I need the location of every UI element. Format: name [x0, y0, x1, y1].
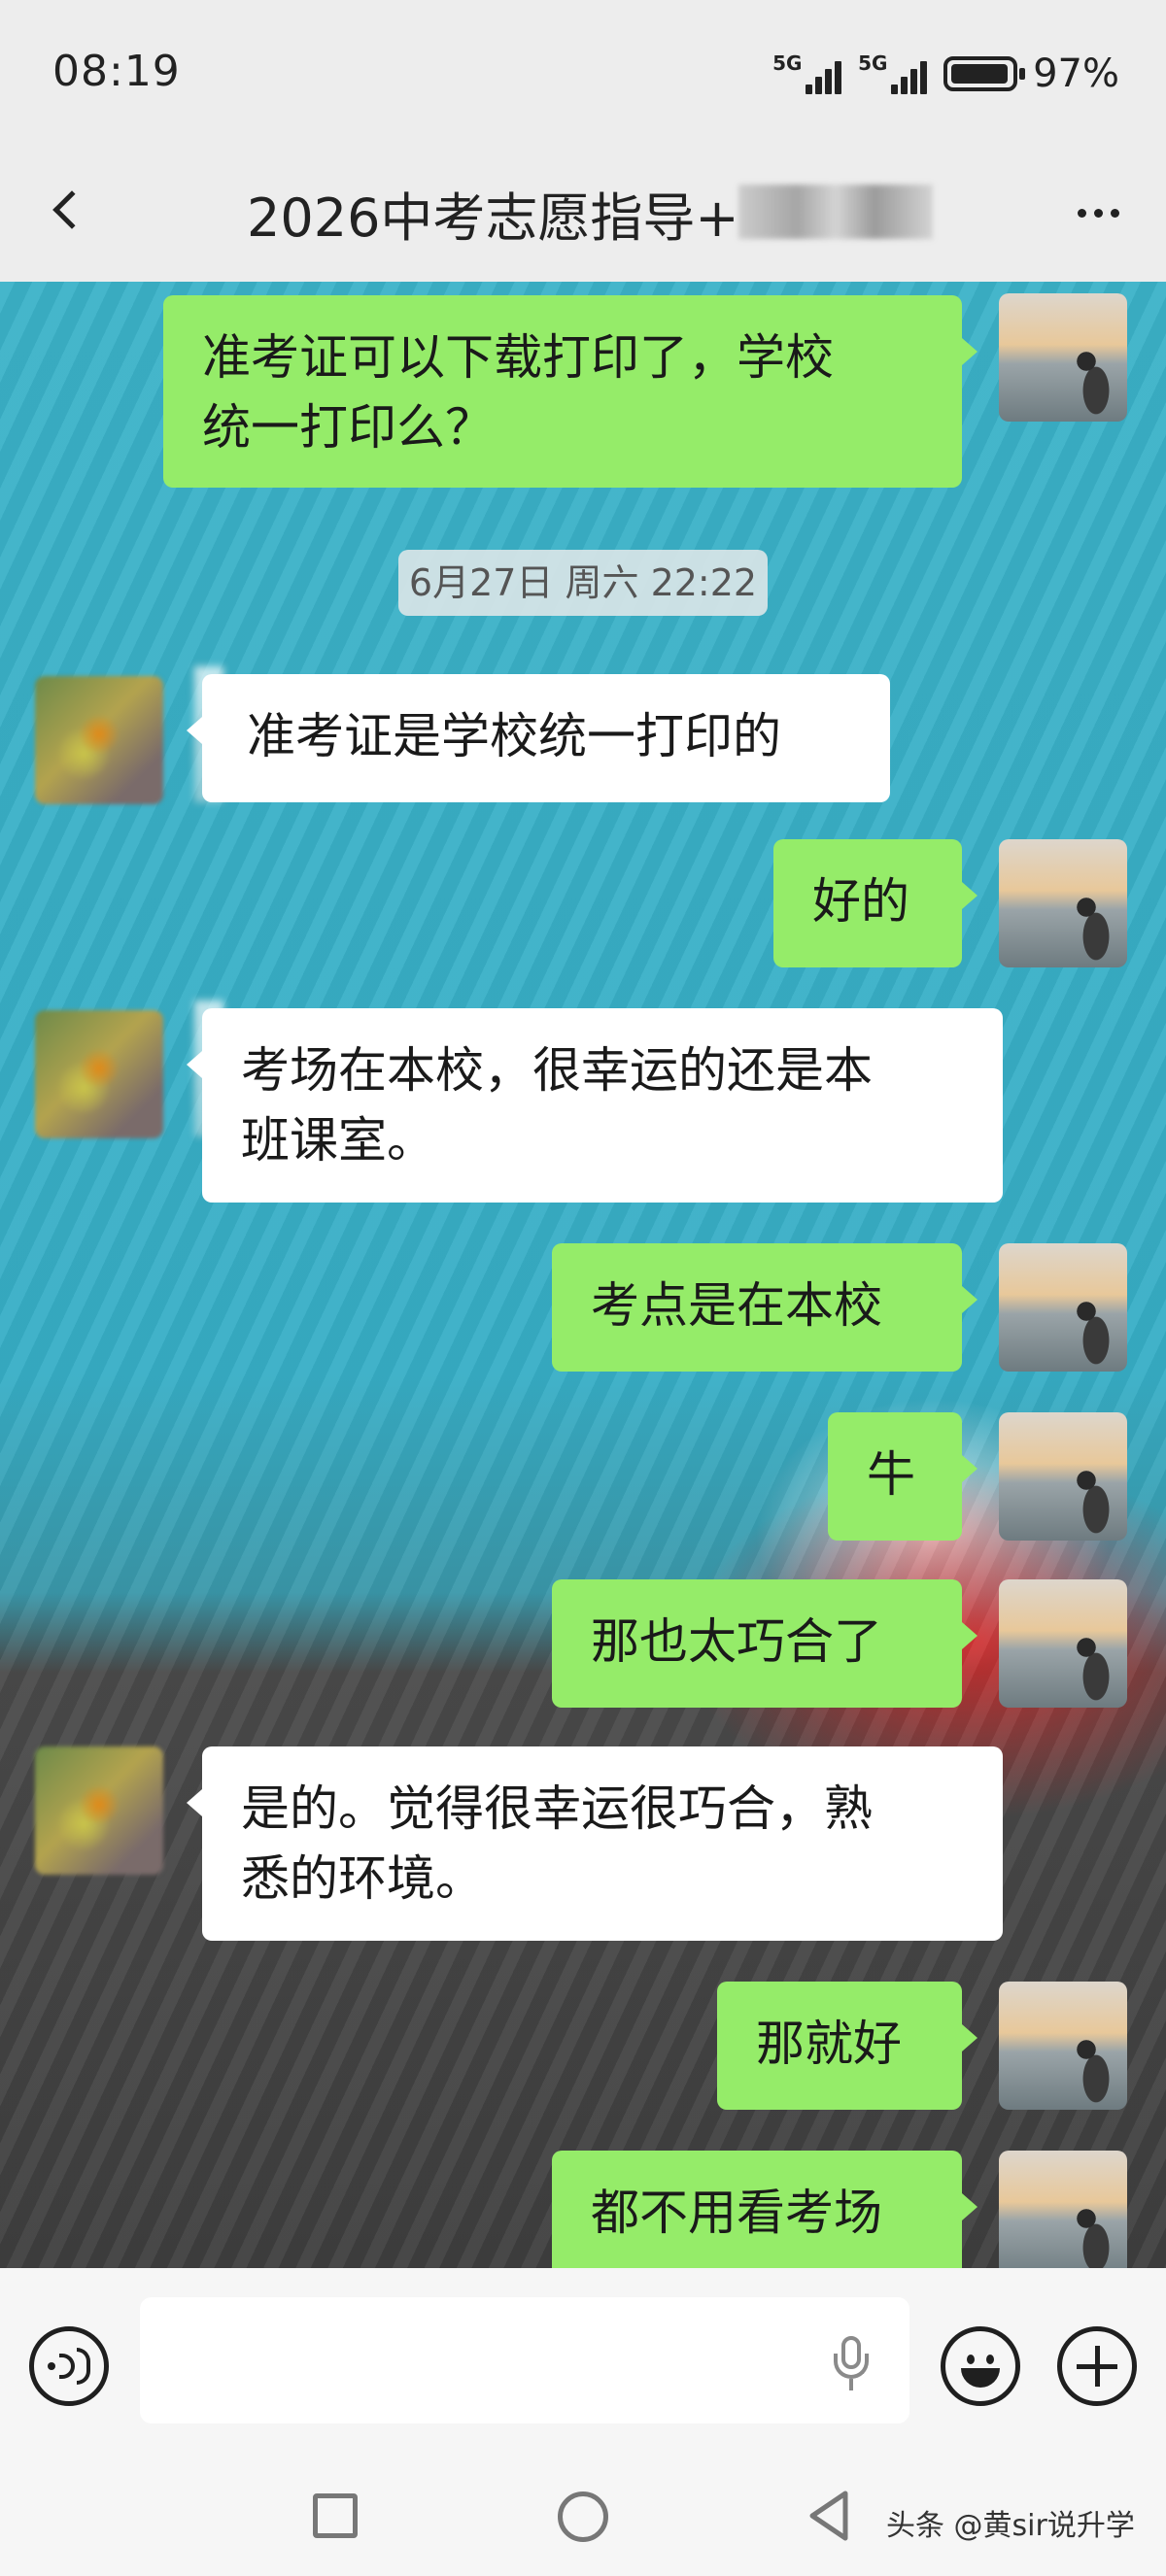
- status-time: 08:19: [52, 47, 181, 96]
- message-bubble-out[interactable]: 牛: [828, 1412, 977, 1541]
- contact-avatar[interactable]: [35, 1010, 163, 1138]
- smiley-icon: [967, 2355, 994, 2364]
- my-avatar[interactable]: [999, 1243, 1127, 1372]
- message-bubble-in[interactable]: 考场在本校，很幸运的还是本 班课室。: [187, 1008, 1003, 1203]
- my-avatar[interactable]: [999, 2151, 1127, 2268]
- recent-apps-button[interactable]: [313, 2493, 358, 2538]
- message-bubble-out[interactable]: 准考证可以下载打印了，学校 统一打印么？: [163, 295, 977, 488]
- my-avatar[interactable]: [999, 293, 1127, 422]
- watermark: 头条 @黄sir说升学: [886, 2509, 1135, 2543]
- back-button[interactable]: [43, 171, 101, 249]
- battery-level: [951, 64, 1009, 84]
- message-bubble-out[interactable]: 都不用看考场: [552, 2151, 977, 2268]
- message-bubble-out[interactable]: 那也太巧合了: [552, 1579, 977, 1708]
- more-dots-icon: [1077, 208, 1086, 218]
- message-bubble-out[interactable]: 好的: [773, 839, 977, 967]
- input-bar: [0, 2268, 1166, 2462]
- status-icons: 5G 5G 97%: [772, 47, 1119, 101]
- my-avatar[interactable]: [999, 1982, 1127, 2110]
- chat-area[interactable]: 准考证可以下载打印了，学校 统一打印么？ 6月27日 周六 22:22 准考证是…: [0, 282, 1166, 2268]
- message-bubble-out[interactable]: 那就好: [717, 1982, 977, 2110]
- contact-avatar[interactable]: [35, 676, 163, 804]
- chat-header: 2026中考志愿指导+: [0, 146, 1166, 282]
- message-timestamp: 6月27日 周六 22:22: [398, 550, 768, 616]
- my-avatar[interactable]: [999, 1412, 1127, 1541]
- message-bubble-out[interactable]: 考点是在本校: [552, 1243, 977, 1372]
- emoji-button[interactable]: [941, 2326, 1020, 2406]
- system-back-button[interactable]: [806, 2490, 851, 2542]
- voice-mode-button[interactable]: [29, 2326, 109, 2406]
- chevron-left-icon: [52, 190, 91, 229]
- chat-title: 2026中考志愿指导+: [247, 187, 739, 249]
- signal-5g-icon: 5G: [858, 50, 928, 98]
- more-button[interactable]: [1069, 188, 1127, 237]
- status-bar: 08:19 5G 5G 97%: [0, 0, 1166, 146]
- my-avatar[interactable]: [999, 1579, 1127, 1708]
- signal-5g-icon: 5G: [772, 50, 842, 98]
- contact-avatar[interactable]: [35, 1746, 163, 1875]
- my-avatar[interactable]: [999, 839, 1127, 967]
- message-bubble-in[interactable]: 准考证是学校统一打印的: [187, 674, 890, 802]
- battery-percent: 97%: [1033, 51, 1119, 96]
- microphone-icon[interactable]: [832, 2336, 871, 2394]
- triangle-back-icon: [809, 2491, 848, 2541]
- more-actions-button[interactable]: [1057, 2326, 1137, 2406]
- message-input[interactable]: [140, 2297, 909, 2423]
- message-bubble-in[interactable]: 是的。觉得很幸运很巧合，熟 悉的环境。: [187, 1746, 1003, 1941]
- home-button[interactable]: [558, 2491, 608, 2542]
- voice-icon: [48, 2362, 55, 2370]
- blurred-name: [738, 185, 933, 239]
- battery-icon: [943, 56, 1026, 91]
- system-nav-bar: 头条 @黄sir说升学: [0, 2462, 1166, 2576]
